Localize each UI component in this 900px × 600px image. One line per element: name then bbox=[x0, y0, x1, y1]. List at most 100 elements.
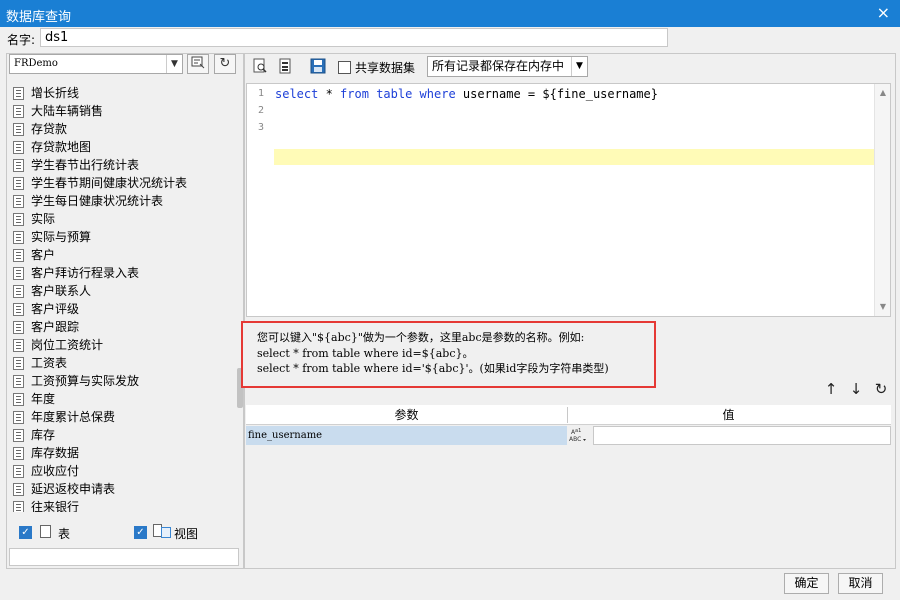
chevron-down-icon[interactable]: ▼ bbox=[571, 57, 587, 76]
table-item-label: 年度 bbox=[31, 392, 56, 406]
table-icon bbox=[13, 87, 24, 100]
table-list-item[interactable]: 库存数据 bbox=[9, 444, 239, 462]
keyword-where: where bbox=[419, 87, 456, 101]
table-list-item[interactable]: 存贷款 bbox=[9, 120, 239, 138]
table-search-input[interactable] bbox=[9, 548, 239, 566]
table-list-scrollbar[interactable] bbox=[237, 78, 243, 512]
cancel-button[interactable]: 取消 bbox=[838, 573, 883, 594]
table-list-item[interactable]: 客户评级 bbox=[9, 300, 239, 318]
table-list-item[interactable]: 学生春节期间健康状况统计表 bbox=[9, 174, 239, 192]
param-row[interactable]: fine_username Aa1 ABC bbox=[246, 426, 891, 445]
refresh-params-button[interactable]: ↻ bbox=[872, 380, 890, 398]
table-list-item[interactable]: 年度 bbox=[9, 390, 239, 408]
edit-connection-icon bbox=[191, 56, 205, 69]
datasource-value: FRDemo bbox=[14, 58, 58, 69]
table-icon bbox=[13, 105, 24, 118]
sql-line-1: select * from table where username = ${f… bbox=[275, 87, 658, 101]
table-list-item[interactable]: 延迟返校申请表 bbox=[9, 480, 239, 498]
edit-connection-button[interactable] bbox=[187, 54, 209, 74]
table-list-item[interactable]: 存贷款地图 bbox=[9, 138, 239, 156]
table-list-item[interactable]: 客户跟踪 bbox=[9, 318, 239, 336]
line-number: 3 bbox=[257, 122, 264, 133]
table-icon bbox=[13, 411, 24, 424]
name-input[interactable]: ds1 bbox=[40, 28, 668, 47]
view-checkbox[interactable]: ✓ bbox=[134, 526, 147, 539]
editor-scrollbar[interactable]: ▲ ▼ bbox=[874, 84, 890, 316]
datasource-select[interactable]: FRDemo ▼ bbox=[9, 54, 183, 74]
table-list-item[interactable]: 年度累计总保费 bbox=[9, 408, 239, 426]
table-checkbox[interactable]: ✓ bbox=[19, 526, 32, 539]
table-list-item[interactable]: 学生春节出行统计表 bbox=[9, 156, 239, 174]
current-line-highlight bbox=[274, 149, 874, 165]
table-item-label: 岗位工资统计 bbox=[31, 338, 104, 352]
param-name[interactable]: fine_username bbox=[246, 426, 567, 445]
table-icon bbox=[13, 195, 24, 208]
table-icon bbox=[13, 123, 24, 136]
hint-line-3: select * from table where id='${abc}'。(如… bbox=[257, 362, 609, 375]
keyword-select: select bbox=[275, 87, 319, 101]
window-title: 数据库查询 bbox=[6, 10, 72, 25]
param-name-header: 参数 bbox=[394, 408, 419, 422]
parameter-hint-box: 您可以键入"${abc}"做为一个参数，这里abc是参数的名称。例如: sele… bbox=[241, 321, 656, 388]
table-item-label: 学生每日健康状况统计表 bbox=[31, 194, 164, 208]
table-icon bbox=[13, 339, 24, 352]
param-value-header: 值 bbox=[722, 408, 735, 422]
table-item-label: 实际 bbox=[31, 212, 56, 226]
table-icon bbox=[13, 375, 24, 388]
table-filter-row: ✓ 表 ✓ 视图 bbox=[7, 520, 243, 544]
param-value-input[interactable] bbox=[593, 426, 891, 445]
svg-text:a1: a1 bbox=[575, 428, 581, 434]
table-list-item[interactable]: 岗位工资统计 bbox=[9, 336, 239, 354]
table-item-label: 客户 bbox=[31, 248, 56, 262]
table-list-item[interactable]: 大陆车辆销售 bbox=[9, 102, 239, 120]
query-panel: 共享数据集 所有记录都保存在内存中 ▼ 1 2 3 select * from … bbox=[244, 53, 896, 569]
table-list-item[interactable]: 客户联系人 bbox=[9, 282, 239, 300]
table-icon bbox=[13, 249, 24, 262]
table-list-item[interactable]: 客户拜访行程录入表 bbox=[9, 264, 239, 282]
scroll-down-icon[interactable]: ▼ bbox=[875, 300, 891, 314]
memory-mode-value: 所有记录都保存在内存中 bbox=[432, 59, 565, 73]
table-item-label: 工资预算与实际发放 bbox=[31, 374, 140, 388]
table-list-item[interactable]: 实际与预算 bbox=[9, 228, 239, 246]
table-filter-label: 表 bbox=[58, 527, 71, 541]
view-filter-label: 视图 bbox=[174, 527, 199, 541]
refresh-button[interactable]: ↻ bbox=[214, 54, 236, 74]
table-list-item[interactable]: 工资表 bbox=[9, 354, 239, 372]
move-up-button[interactable]: ↑ bbox=[822, 380, 840, 398]
table-icon bbox=[13, 159, 24, 172]
table-list-item[interactable]: 实际 bbox=[9, 210, 239, 228]
table-list-item[interactable]: 工资预算与实际发放 bbox=[9, 372, 239, 390]
share-dataset-checkbox[interactable] bbox=[338, 61, 351, 74]
table-list-item[interactable]: 客户 bbox=[9, 246, 239, 264]
save-button[interactable] bbox=[308, 58, 328, 78]
sql-editor[interactable]: 1 2 3 select * from table where username… bbox=[246, 83, 891, 317]
line-number: 2 bbox=[257, 105, 264, 116]
table-icon bbox=[13, 231, 24, 244]
preview-button[interactable] bbox=[250, 58, 270, 78]
close-icon[interactable]: × bbox=[877, 4, 890, 22]
keyword-from: from bbox=[340, 87, 369, 101]
table-icon bbox=[13, 447, 24, 460]
chevron-down-icon[interactable]: ▼ bbox=[166, 55, 182, 73]
table-list-item[interactable]: 库存 bbox=[9, 426, 239, 444]
abc-icon[interactable]: Aa1 ABC bbox=[568, 426, 592, 445]
memory-mode-select[interactable]: 所有记录都保存在内存中 ▼ bbox=[427, 56, 588, 77]
table-list-item[interactable]: 往来银行 bbox=[9, 498, 239, 512]
move-down-button[interactable]: ↓ bbox=[847, 380, 865, 398]
table-list-item[interactable]: 应收应付 bbox=[9, 462, 239, 480]
table-icon bbox=[13, 213, 24, 226]
table-list-item[interactable]: 学生每日健康状况统计表 bbox=[9, 192, 239, 210]
title-bar: 数据库查询 × bbox=[0, 0, 900, 27]
table-item-label: 大陆车辆销售 bbox=[31, 104, 104, 118]
scroll-up-icon[interactable]: ▲ bbox=[875, 86, 891, 100]
table-list-item[interactable]: 增长折线 bbox=[9, 84, 239, 102]
table-icon bbox=[40, 525, 51, 538]
table-item-label: 客户拜访行程录入表 bbox=[31, 266, 140, 280]
name-label: 名字: bbox=[7, 33, 36, 47]
table-item-label: 存贷款地图 bbox=[31, 140, 92, 154]
table-item-label: 延迟返校申请表 bbox=[31, 482, 116, 496]
table-icon bbox=[13, 303, 24, 316]
table-item-label: 客户跟踪 bbox=[31, 320, 80, 334]
ok-button[interactable]: 确定 bbox=[784, 573, 829, 594]
sql-builder-button[interactable] bbox=[275, 58, 295, 78]
